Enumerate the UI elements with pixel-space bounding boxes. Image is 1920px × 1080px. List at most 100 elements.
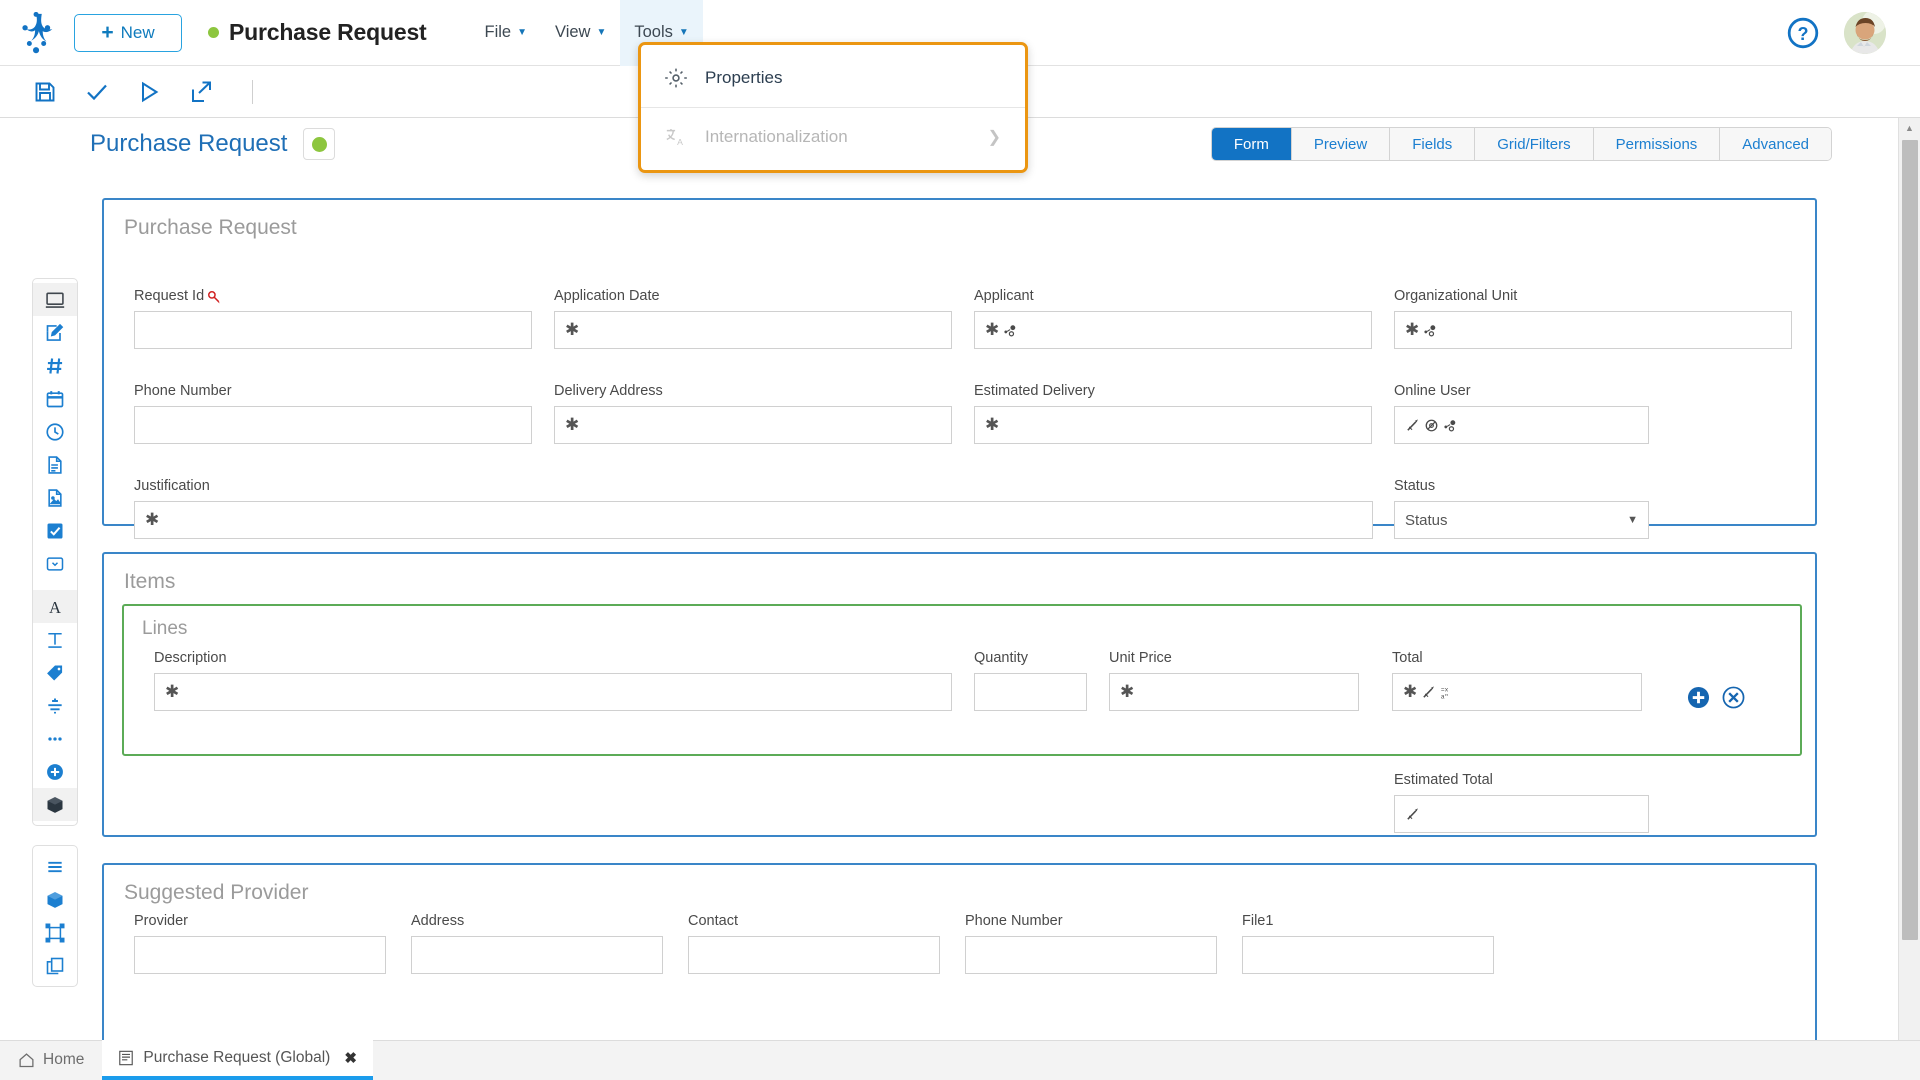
hash-number-icon[interactable] — [33, 349, 77, 382]
chevron-down-icon: ▼ — [517, 27, 527, 38]
field-provider-input[interactable] — [134, 936, 386, 974]
menu-view-label: View — [555, 23, 590, 42]
required-asterisk-icon: ✱ — [565, 322, 579, 339]
view-tabs: Form Preview Fields Grid/Filters Permiss… — [1211, 127, 1832, 161]
chevron-down-icon: ▼ — [679, 27, 689, 38]
field-total: Total ✱ =x a" — [1392, 650, 1642, 711]
field-address-input[interactable] — [411, 936, 663, 974]
tab-grid-filters[interactable]: Grid/Filters — [1475, 128, 1593, 160]
field-organizational-unit: Organizational Unit ✱ — [1394, 288, 1792, 349]
hidden-eye-icon — [1424, 418, 1439, 433]
field-total-input[interactable]: ✱ =x a" — [1392, 673, 1642, 711]
field-estimated-total-input[interactable] — [1394, 795, 1649, 833]
menu-item-internationalization[interactable]: A Internationalization ❯ — [641, 108, 1025, 166]
close-icon[interactable]: ✖ — [344, 1049, 357, 1067]
tab-fields[interactable]: Fields — [1390, 128, 1475, 160]
chevron-right-icon: ❯ — [988, 127, 1001, 147]
taskbar-tab-purchase-request[interactable]: Purchase Request (Global) ✖ — [102, 1040, 373, 1080]
field-phone-number-input[interactable] — [134, 406, 532, 444]
menu-item-properties[interactable]: Properties — [641, 49, 1025, 107]
field-applicant-label: Applicant — [974, 288, 1372, 304]
field-quantity-input[interactable] — [974, 673, 1087, 711]
field-request-id-label: Request Id — [134, 288, 532, 304]
taskbar-home[interactable]: Home — [0, 1040, 102, 1080]
field-status-label: Status — [1394, 478, 1649, 494]
avatar[interactable] — [1844, 12, 1886, 54]
menu-file[interactable]: File ▼ — [471, 0, 542, 66]
plus-circle-icon[interactable] — [33, 755, 77, 788]
menu-lines-icon[interactable] — [33, 850, 77, 883]
edit-box-icon[interactable] — [33, 316, 77, 349]
tab-form[interactable]: Form — [1212, 128, 1292, 160]
field-address: Address — [411, 913, 663, 974]
tag-icon[interactable] — [33, 656, 77, 689]
field-justification-input[interactable]: ✱ — [134, 501, 1373, 539]
play-icon[interactable] — [134, 77, 164, 107]
dropdown-select-icon[interactable] — [33, 547, 77, 580]
add-row-button[interactable] — [1687, 686, 1710, 709]
cube-icon[interactable] — [33, 883, 77, 916]
field-organizational-unit-input[interactable]: ✱ — [1394, 311, 1792, 349]
new-button[interactable]: + New — [74, 14, 182, 52]
export-icon[interactable] — [186, 77, 216, 107]
remove-row-button[interactable] — [1722, 686, 1745, 709]
field-contact-input[interactable] — [688, 936, 940, 974]
taskbar-home-label: Home — [43, 1051, 84, 1069]
text-formatting-icon[interactable] — [33, 623, 77, 656]
field-organizational-unit-label: Organizational Unit — [1394, 288, 1792, 304]
font-letter-a-icon[interactable]: A — [33, 590, 77, 623]
new-button-label: New — [121, 23, 155, 43]
field-unit-price-input[interactable]: ✱ — [1109, 673, 1359, 711]
app-logo[interactable] — [0, 12, 74, 54]
tab-advanced[interactable]: Advanced — [1720, 128, 1831, 160]
triangle-up-icon[interactable]: ▲ — [1899, 118, 1920, 138]
field-description-input[interactable]: ✱ — [154, 673, 952, 711]
field-application-date-input[interactable]: ✱ — [554, 311, 952, 349]
svg-text:a": a" — [1441, 693, 1448, 700]
screen-icon[interactable] — [33, 283, 77, 316]
field-delivery-address-input[interactable]: ✱ — [554, 406, 952, 444]
formula-icon — [1405, 418, 1420, 433]
field-status: Status Status ▼ — [1394, 478, 1649, 539]
component-palette-rail: A — [32, 278, 78, 826]
checkbox-icon[interactable] — [33, 514, 77, 547]
field-justification-label: Justification — [134, 478, 1373, 494]
field-status-select[interactable]: Status ▼ — [1394, 501, 1649, 539]
document-title: Purchase Request — [229, 19, 427, 46]
tab-permissions[interactable]: Permissions — [1594, 128, 1721, 160]
translate-icon: A — [665, 126, 687, 148]
check-icon[interactable] — [82, 77, 112, 107]
group-select-icon[interactable] — [33, 916, 77, 949]
field-file1-input[interactable] — [1242, 936, 1494, 974]
help-circle-icon[interactable]: ? — [1786, 16, 1820, 50]
section-suggested-provider-title: Suggested Provider — [104, 865, 1815, 905]
field-applicant-input[interactable]: ✱ — [974, 311, 1372, 349]
save-icon[interactable] — [30, 77, 60, 107]
field-estimated-delivery-input[interactable]: ✱ — [974, 406, 1372, 444]
align-center-icon[interactable] — [33, 689, 77, 722]
file-image-icon[interactable] — [33, 481, 77, 514]
field-provider-phone-number-input[interactable] — [965, 936, 1217, 974]
calendar-icon[interactable] — [33, 382, 77, 415]
file-text-icon[interactable] — [33, 448, 77, 481]
field-file1: File1 — [1242, 913, 1494, 974]
more-dots-icon[interactable] — [33, 722, 77, 755]
scrollbar-thumb[interactable] — [1902, 140, 1918, 940]
section-items: Items Lines Description ✱ Quantity Unit … — [102, 552, 1817, 837]
vertical-scrollbar[interactable]: ▲ — [1898, 118, 1920, 1040]
menu-file-label: File — [485, 23, 512, 42]
field-quantity: Quantity — [974, 650, 1087, 711]
taskbar-tab-label: Purchase Request (Global) — [143, 1049, 330, 1067]
field-online-user-input[interactable] — [1394, 406, 1649, 444]
clock-icon[interactable] — [33, 415, 77, 448]
copy-icon[interactable] — [33, 949, 77, 982]
document-icon — [118, 1050, 134, 1066]
relation-icon — [1003, 323, 1018, 338]
field-request-id-input[interactable] — [134, 311, 532, 349]
status-badge[interactable] — [303, 128, 335, 160]
field-unit-price: Unit Price ✱ — [1109, 650, 1359, 711]
tab-preview[interactable]: Preview — [1292, 128, 1390, 160]
svg-text:A: A — [49, 597, 61, 616]
menu-view[interactable]: View ▼ — [541, 0, 620, 66]
cube-filled-icon[interactable] — [33, 788, 77, 821]
